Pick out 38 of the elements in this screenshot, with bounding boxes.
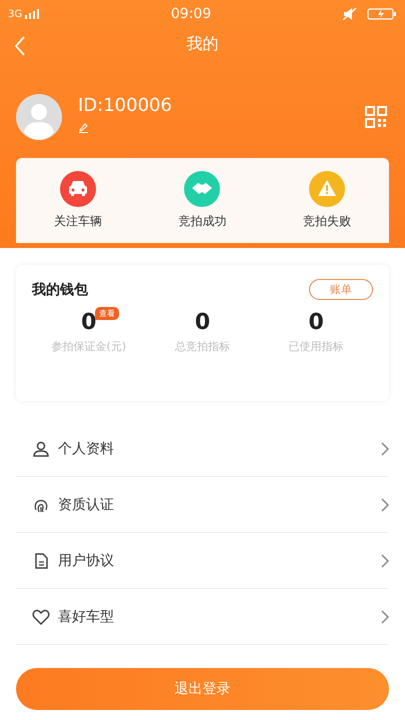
stat-value: 0: [308, 310, 324, 335]
qr-code-icon[interactable]: [365, 106, 387, 128]
stat-value: 0: [81, 310, 96, 335]
mute-icon: [342, 8, 357, 20]
stat-value: 0: [194, 310, 210, 335]
user-id: ID:100006: [78, 95, 173, 116]
menu-item[interactable]: 资质认证: [16, 477, 389, 533]
shortcut-label[interactable]: 竞拍成功: [178, 213, 226, 230]
heart-icon: [32, 608, 50, 626]
menu-item[interactable]: 用户协议: [16, 533, 389, 589]
stat-label: 已使用指标: [288, 339, 344, 354]
warning-icon[interactable]: [308, 171, 345, 207]
clock-time: 09:09: [170, 6, 212, 22]
shortcut-label[interactable]: 竞拍失败: [302, 213, 351, 230]
edit-icon[interactable]: [78, 122, 89, 133]
stat-label: 参拍保证金(元): [52, 339, 126, 354]
battery-icon: [366, 8, 397, 20]
chevron-icon: [381, 442, 389, 456]
chevron-icon: [381, 610, 389, 624]
chevron-icon: [381, 554, 389, 568]
signal-icon: [25, 9, 40, 19]
handshake-icon[interactable]: [184, 171, 220, 207]
menu-item[interactable]: 喜好车型: [16, 589, 389, 645]
menu-item[interactable]: 个人资料: [16, 421, 389, 477]
avatar-icon[interactable]: [16, 94, 62, 140]
menu-label[interactable]: 用户协议: [58, 552, 373, 570]
stat-label: 总竞拍指标: [174, 339, 230, 354]
menu-label[interactable]: 资质认证: [58, 496, 373, 514]
network-label: 3G: [8, 8, 22, 20]
chevron-icon: [381, 498, 389, 512]
page-title: 我的: [186, 34, 218, 54]
car-icon[interactable]: [60, 171, 96, 207]
back-icon[interactable]: [14, 36, 26, 56]
menu-label[interactable]: 个人资料: [58, 440, 373, 458]
menu-label[interactable]: 喜好车型: [58, 608, 373, 626]
shortcut-label[interactable]: 关注车辆: [54, 213, 102, 230]
person-icon: [32, 440, 50, 458]
wallet-title: 我的钱包: [32, 280, 88, 298]
